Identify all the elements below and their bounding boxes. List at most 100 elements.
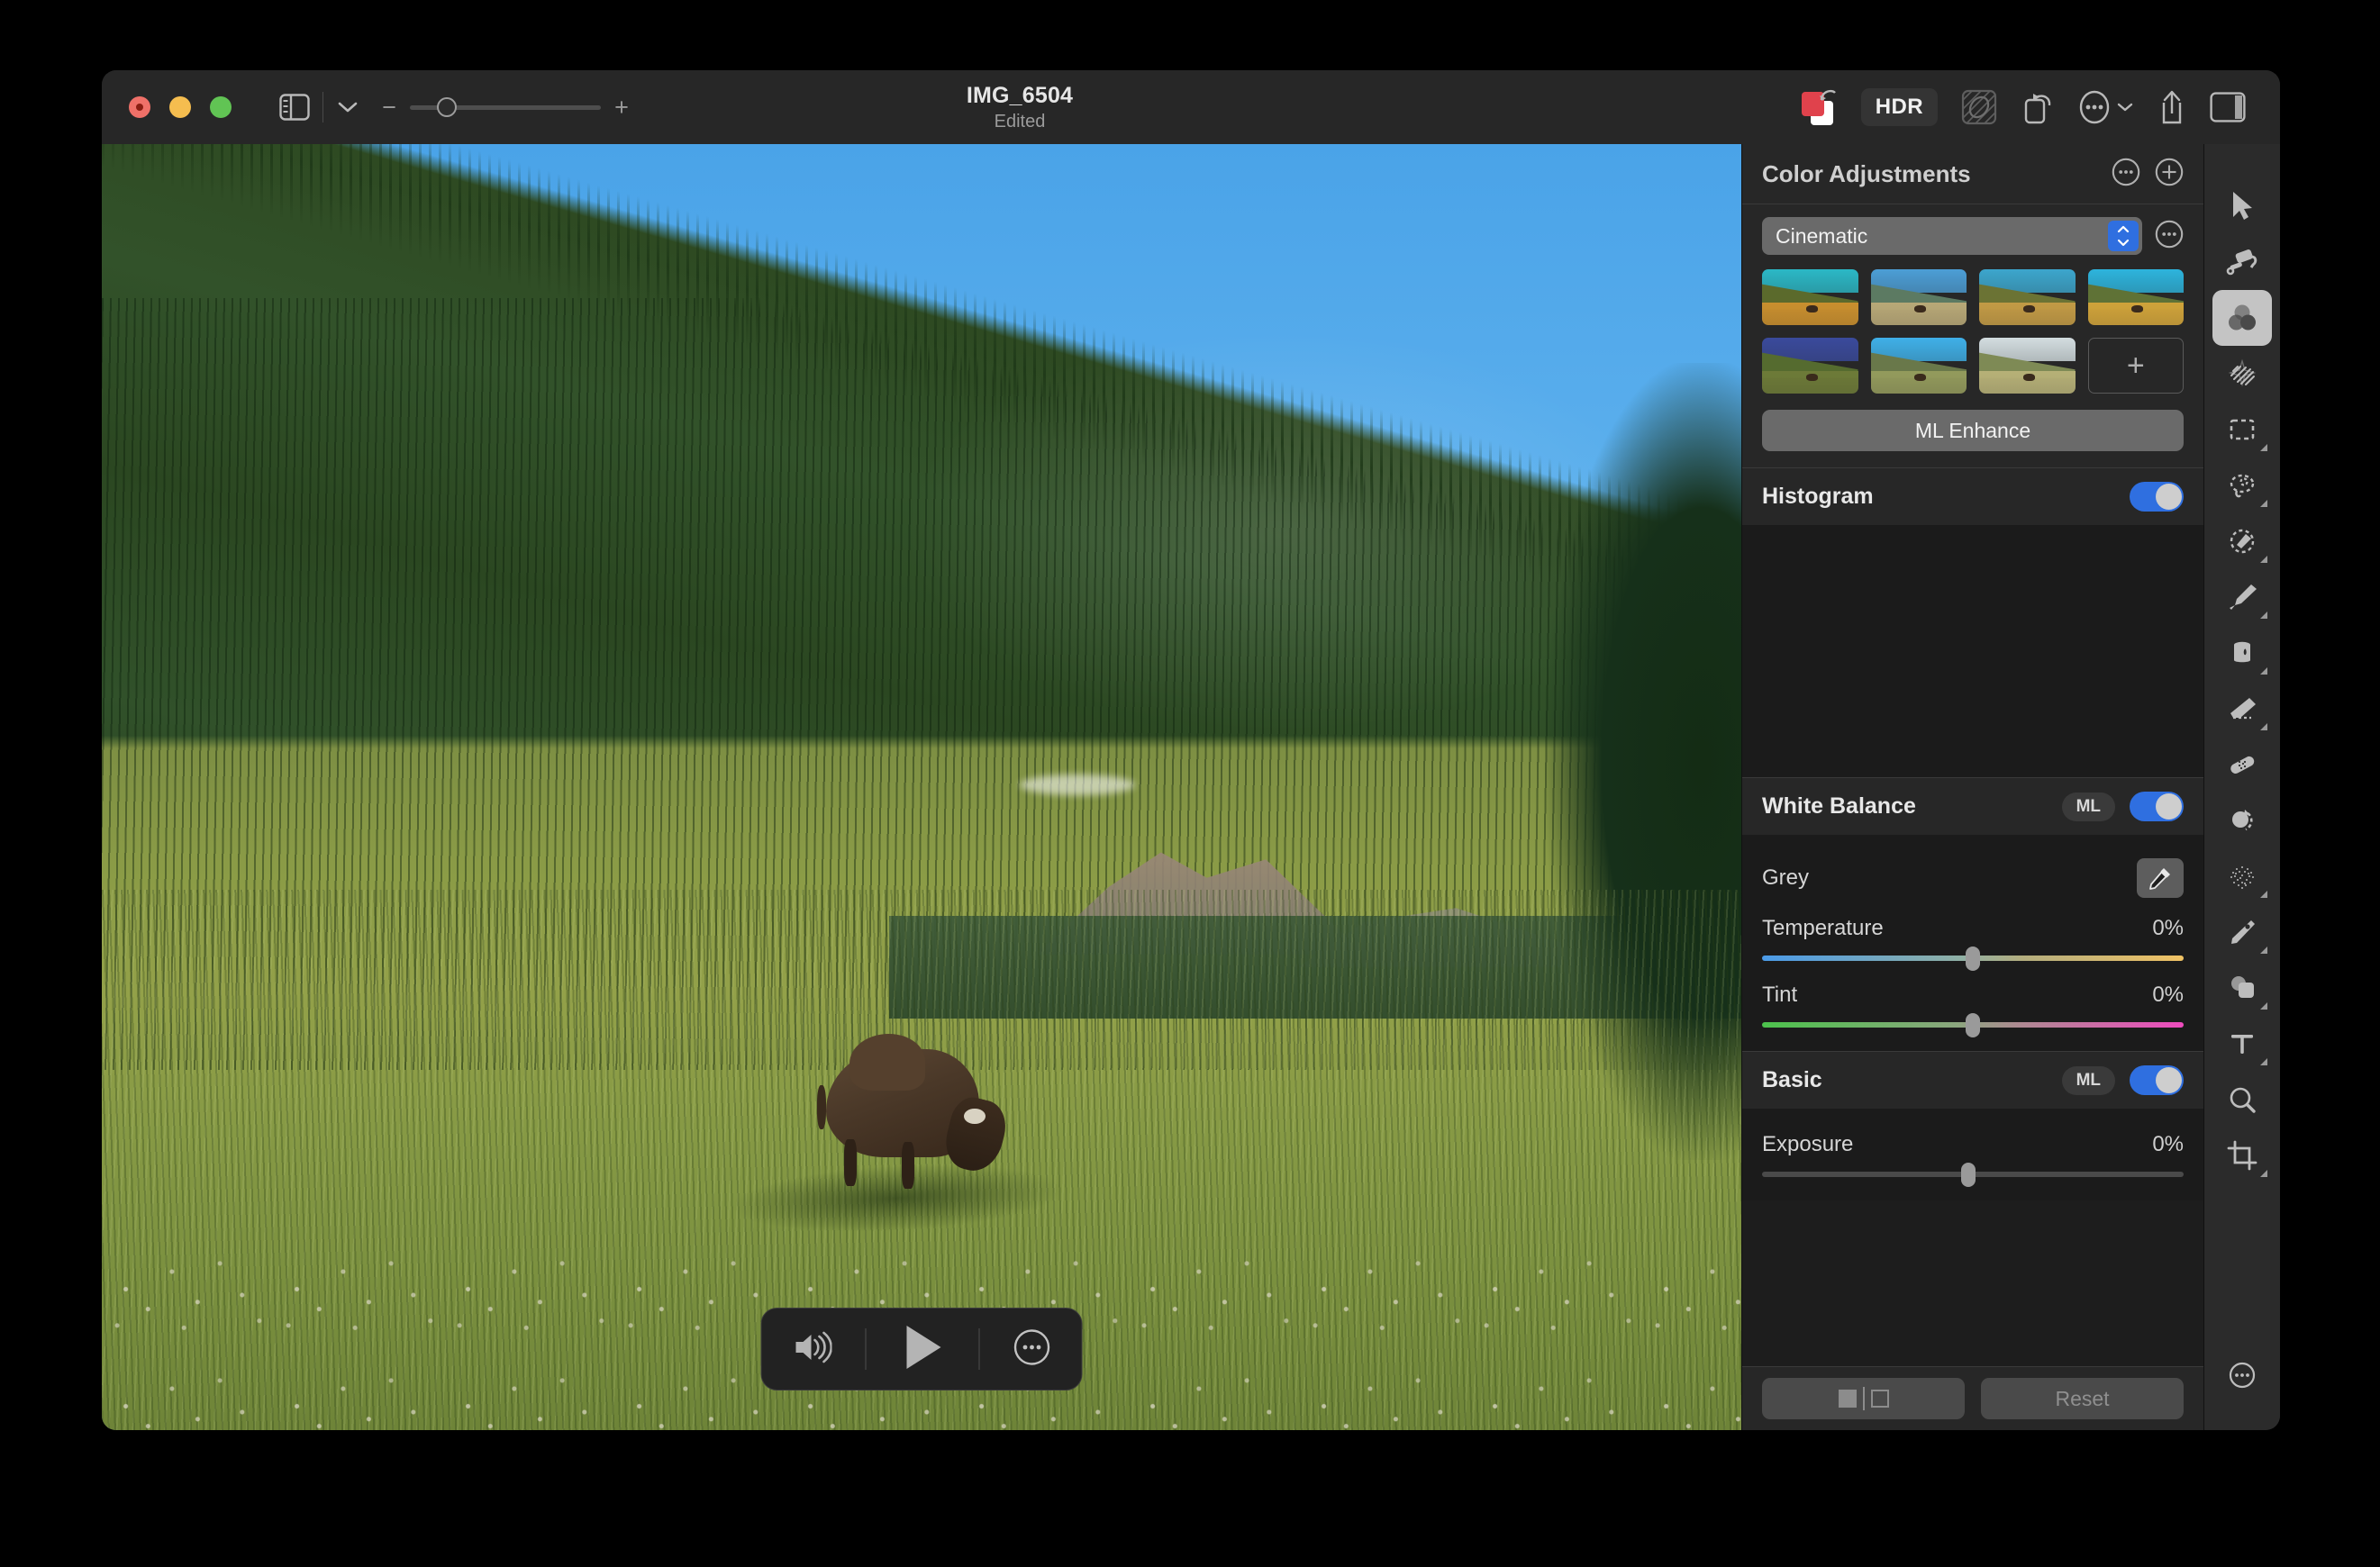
tool-submenu-indicator[interactable]: [2260, 667, 2267, 675]
playback-more-button[interactable]: [1013, 1328, 1051, 1371]
zoom-in-button[interactable]: +: [612, 95, 631, 120]
rotate-button[interactable]: [2021, 90, 2055, 124]
magnifier-icon: [2224, 1082, 2260, 1118]
page-title: IMG_6504: [966, 82, 1074, 108]
ml-enhance-button[interactable]: ML Enhance: [1762, 410, 2184, 451]
white-balance-ml-chip[interactable]: ML: [2061, 792, 2115, 821]
tool-submenu-indicator[interactable]: [2260, 444, 2267, 451]
ml-enhance-row: ML Enhance: [1742, 410, 2203, 467]
inspector-toggle-button[interactable]: [2210, 92, 2246, 122]
tint-slider-knob[interactable]: [1966, 1013, 1980, 1037]
section-header-basic: Basic ML: [1742, 1051, 2203, 1109]
photo-bison-meadow: [102, 144, 1741, 1430]
add-preset-button[interactable]: +: [2087, 338, 2184, 394]
tool-more[interactable]: [2212, 1347, 2272, 1403]
tool-retouch[interactable]: [2212, 234, 2272, 290]
zoom-slider[interactable]: [410, 97, 601, 117]
preset-thumb-7[interactable]: [1979, 338, 2076, 394]
temperature-slider-knob[interactable]: [1966, 947, 1980, 971]
temperature-slider[interactable]: [1762, 947, 2184, 971]
tool-shapes[interactable]: [2212, 960, 2272, 1016]
close-button[interactable]: [129, 96, 150, 118]
exposure-slider-knob[interactable]: [1961, 1163, 1976, 1187]
share-button[interactable]: [2157, 88, 2186, 126]
preset-stepper-icon[interactable]: [2108, 221, 2139, 251]
chevron-down-icon[interactable]: [336, 99, 359, 115]
tool-submenu-indicator[interactable]: [2260, 500, 2267, 507]
paint-bucket-icon: [2224, 635, 2260, 671]
preset-dropdown[interactable]: Cinematic: [1762, 217, 2142, 255]
tool-submenu-indicator[interactable]: [2260, 891, 2267, 898]
tool-submenu-indicator[interactable]: [2260, 556, 2267, 563]
marquee-select-icon: [2224, 412, 2260, 448]
tools-rail: [2203, 144, 2280, 1430]
tool-heal[interactable]: [2212, 737, 2272, 793]
preset-thumb-5[interactable]: [1762, 338, 1858, 394]
zoom-control-group: − +: [379, 95, 631, 120]
sidebar-toggle-icon[interactable]: [279, 94, 310, 121]
minimize-button[interactable]: [169, 96, 191, 118]
tool-magic-wand[interactable]: [2212, 513, 2272, 569]
tool-crop[interactable]: [2212, 1128, 2272, 1183]
preset-selector-row: Cinematic: [1742, 204, 2203, 255]
more-options-button[interactable]: [2078, 88, 2134, 126]
tool-fill[interactable]: [2212, 625, 2272, 681]
play-button[interactable]: [899, 1322, 946, 1377]
inspector-more-button[interactable]: [2112, 158, 2140, 191]
reset-button[interactable]: Reset: [1981, 1378, 2184, 1419]
preset-thumbnails: +: [1742, 255, 2203, 410]
basic-ml-chip[interactable]: ML: [2061, 1065, 2115, 1095]
exposure-slider[interactable]: [1762, 1163, 2184, 1187]
white-balance-toggle[interactable]: [2130, 792, 2184, 821]
volume-button[interactable]: [793, 1330, 833, 1369]
zoom-out-button[interactable]: −: [379, 95, 399, 120]
photo-editor-window: − + IMG_6504 Edited HDR Color Adjustment…: [102, 70, 2280, 1430]
tool-brush[interactable]: [2212, 569, 2272, 625]
eraser-icon: [2224, 691, 2260, 727]
tool-eraser[interactable]: [2212, 681, 2272, 737]
inspector-panel: Color Adjustments Cinematic + ML Enhance…: [1741, 144, 2203, 1430]
magic-wand-icon: [2224, 523, 2260, 559]
exposure-label: Exposure: [1762, 1132, 1854, 1156]
compare-button[interactable]: [1762, 1378, 1965, 1419]
histogram-toggle[interactable]: [2130, 482, 2184, 512]
tool-submenu-indicator[interactable]: [2260, 947, 2267, 954]
preset-options-button[interactable]: [2155, 220, 2184, 253]
hdr-button[interactable]: HDR: [1860, 88, 1938, 126]
preset-thumb-4[interactable]: [2087, 269, 2184, 325]
image-canvas[interactable]: [102, 144, 1741, 1430]
tint-slider[interactable]: [1762, 1013, 2184, 1037]
window-body: Color Adjustments Cinematic + ML Enhance…: [102, 144, 2280, 1430]
tool-move[interactable]: [2212, 178, 2272, 234]
arrow-cursor-icon: [2224, 188, 2260, 224]
tool-submenu-indicator[interactable]: [2260, 723, 2267, 730]
tool-zoom[interactable]: [2212, 1072, 2272, 1128]
tool-color-adjust[interactable]: [2212, 290, 2272, 346]
section-header-white-balance: White Balance ML: [1742, 777, 2203, 835]
inspector-add-button[interactable]: [2155, 158, 2184, 191]
tool-effects[interactable]: [2212, 346, 2272, 402]
tool-pen[interactable]: [2212, 904, 2272, 960]
tool-submenu-indicator[interactable]: [2260, 1170, 2267, 1177]
tint-label: Tint: [1762, 983, 1798, 1007]
preset-thumb-2[interactable]: [1870, 269, 1967, 325]
eyedropper-button[interactable]: [2137, 858, 2184, 898]
preset-thumb-6[interactable]: [1870, 338, 1967, 394]
tool-clone-stamp[interactable]: [2212, 793, 2272, 848]
tool-lasso-select[interactable]: [2212, 457, 2272, 513]
tool-submenu-indicator[interactable]: [2260, 1002, 2267, 1010]
color-swatch-button[interactable]: [1800, 89, 1838, 125]
zoom-slider-knob[interactable]: [437, 97, 457, 117]
crop-icon: [2224, 1137, 2260, 1173]
tool-submenu-indicator[interactable]: [2260, 611, 2267, 619]
tool-text[interactable]: [2212, 1016, 2272, 1072]
traffic-lights: [129, 96, 232, 118]
tool-rect-select[interactable]: [2212, 402, 2272, 457]
maximize-button[interactable]: [210, 96, 232, 118]
basic-toggle[interactable]: [2130, 1065, 2184, 1095]
tool-dither[interactable]: [2212, 848, 2272, 904]
preset-thumb-3[interactable]: [1979, 269, 2076, 325]
transparency-grid-button[interactable]: [1961, 89, 1997, 125]
preset-thumb-1[interactable]: [1762, 269, 1858, 325]
tool-submenu-indicator[interactable]: [2260, 1058, 2267, 1065]
